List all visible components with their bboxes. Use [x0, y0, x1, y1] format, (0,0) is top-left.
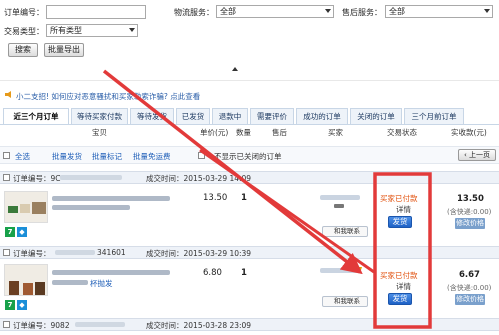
order-management-page: 订单编号： 物流服务： 全部 售后服务： 全部 交易类型： 所有类型 搜索 批量… [0, 0, 499, 335]
red-annotation-overlay [102, 69, 432, 329]
red-arrow-line-2 [199, 148, 375, 274]
red-highlight-box [373, 172, 432, 329]
